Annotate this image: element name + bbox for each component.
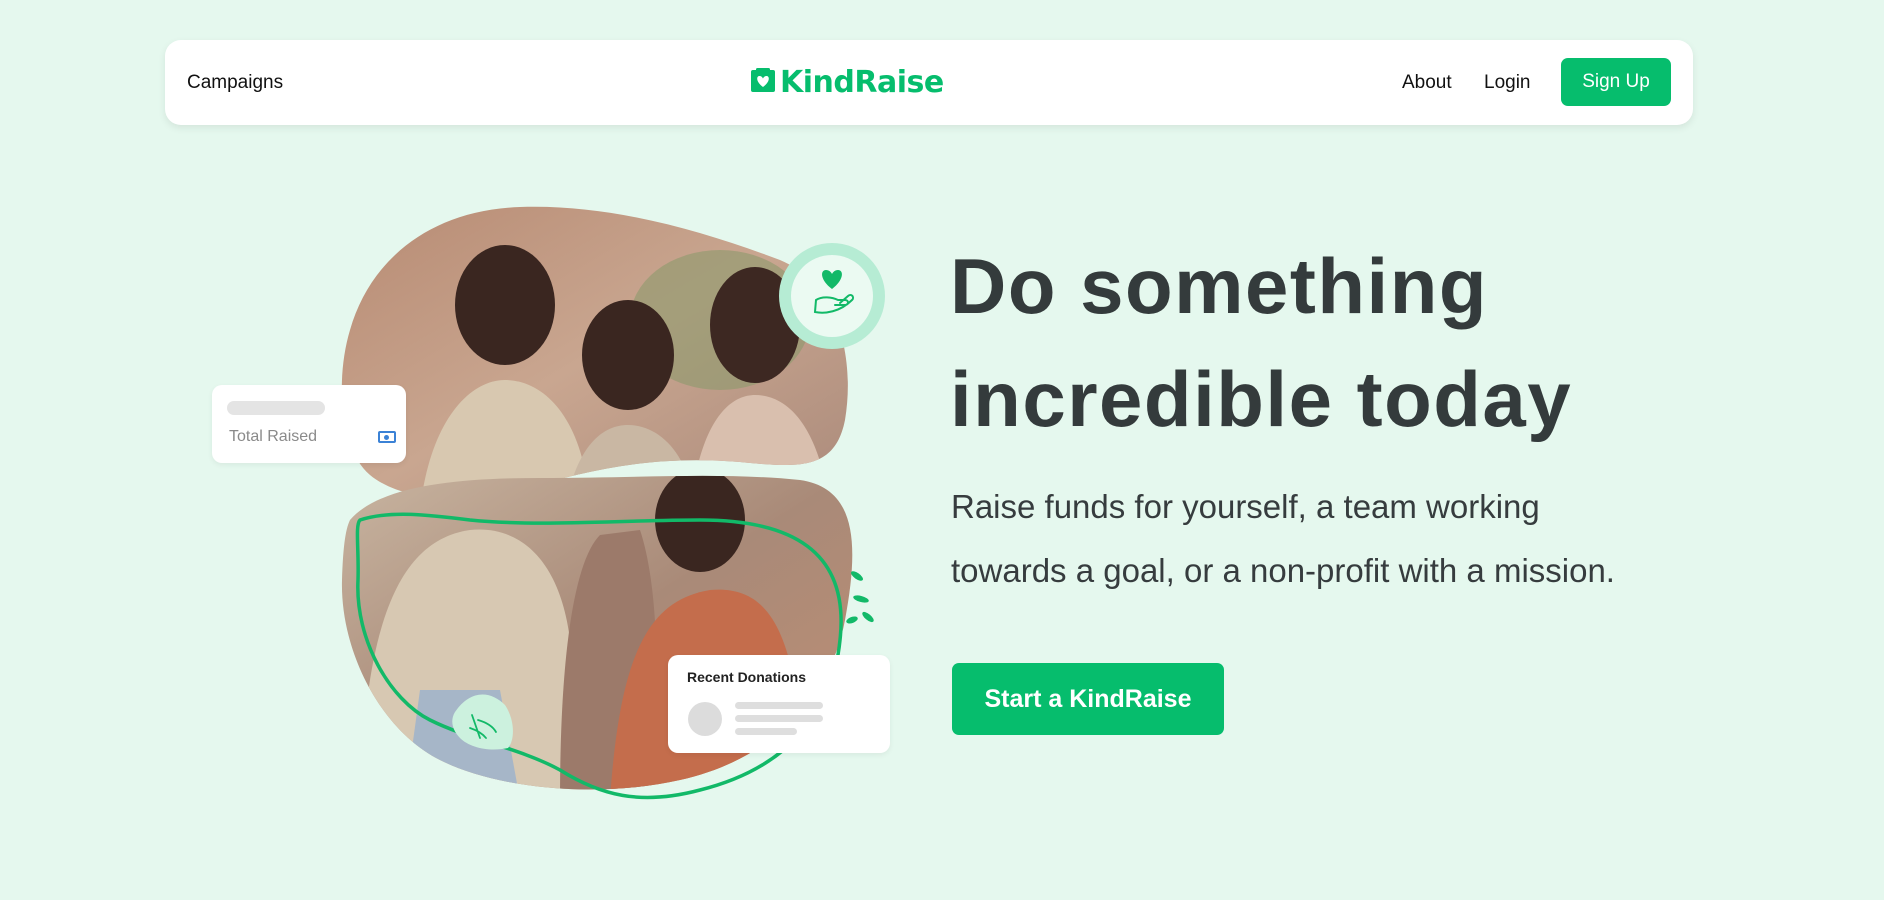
avatar	[688, 702, 722, 736]
hero-headline: Do something incredible today	[950, 230, 1710, 456]
start-kindraise-button[interactable]: Start a KindRaise	[952, 663, 1224, 735]
hero-subtext: Raise funds for yourself, a team working…	[951, 475, 1671, 603]
placeholder-line	[735, 702, 823, 709]
sign-up-button[interactable]: Sign Up	[1561, 58, 1671, 106]
subtext-line-1: Raise funds for yourself, a team working	[951, 488, 1540, 525]
headline-line-2: incredible today	[950, 355, 1573, 443]
recent-donations-title: Recent Donations	[687, 669, 807, 685]
landing-page: Campaigns KindRaise About Login Sign Up	[0, 0, 1884, 900]
money-icon	[378, 431, 396, 443]
placeholder-bar	[227, 401, 325, 415]
recent-donations-card: Recent Donations	[668, 655, 890, 753]
subtext-line-2: towards a goal, or a non-profit with a m…	[951, 552, 1615, 589]
hero-illustration: Total Raised Recent Donations	[0, 0, 940, 900]
nav-about-link[interactable]: About	[1402, 40, 1452, 125]
placeholder-line	[735, 728, 797, 735]
heart-hand-icon	[779, 243, 885, 349]
nav-login-link[interactable]: Login	[1484, 40, 1531, 125]
placeholder-line	[735, 715, 823, 722]
total-raised-label: Total Raised	[229, 428, 318, 445]
children-photo-top	[341, 206, 848, 499]
headline-line-1: Do something	[950, 242, 1488, 330]
total-raised-card: Total Raised	[212, 385, 406, 463]
